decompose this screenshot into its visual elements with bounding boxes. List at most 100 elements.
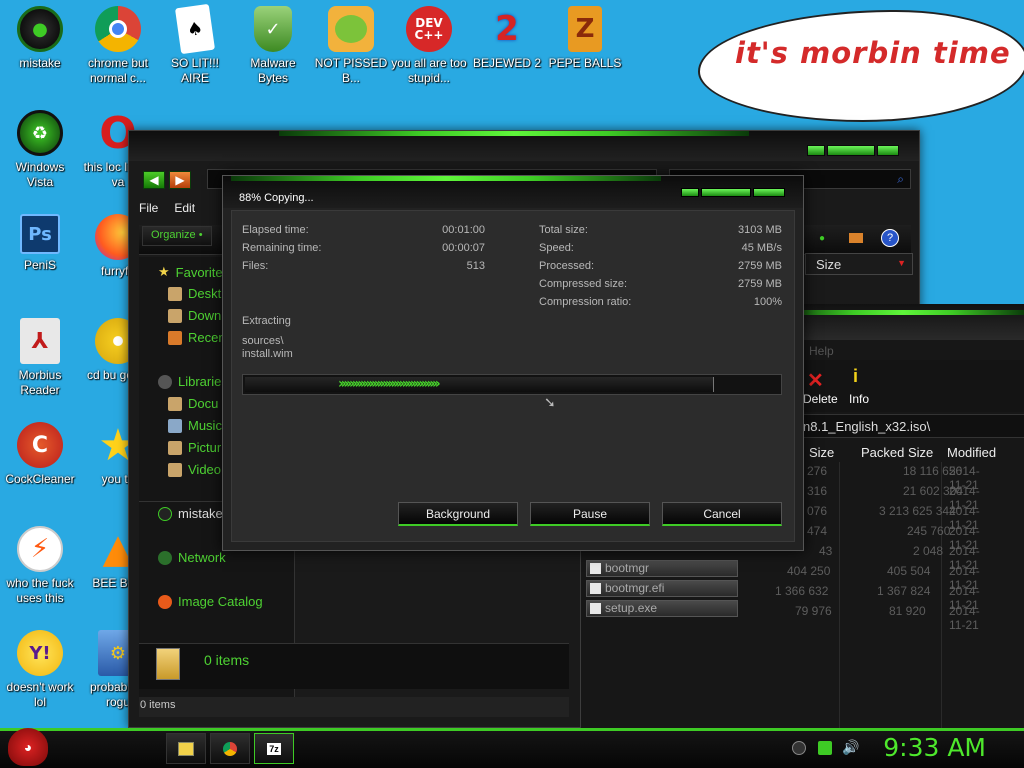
nav-pictures[interactable]: Pictur — [168, 440, 221, 455]
total-size-value: 3103 MB — [737, 224, 782, 236]
taskbar-clock[interactable]: 9:33 AM — [883, 733, 986, 762]
table-row[interactable]: 474 245 760 2014-11-21 — [807, 524, 980, 552]
angry-birds-pig-icon — [328, 6, 374, 52]
compression-ratio-value: 100% — [753, 296, 782, 308]
file-row-setup-exe[interactable]: setup.exe — [586, 600, 738, 617]
dialog-title: 88% Copying... — [239, 192, 314, 204]
help-icon[interactable]: ? — [881, 229, 899, 247]
recent-places-icon — [168, 330, 182, 345]
column-size[interactable]: Size — [809, 445, 834, 460]
speed-value: 45 MB/s — [741, 242, 782, 254]
delete-label[interactable]: Delete — [803, 392, 838, 406]
7zip-icon: 7z — [267, 742, 281, 755]
taskbar-7zip-button[interactable]: 7z — [254, 733, 294, 764]
desktop-icon-pepe[interactable]: Z PEPE BALLS — [545, 0, 625, 71]
nav-favorites[interactable]: ★ Favorite — [158, 264, 223, 280]
column-modified[interactable]: Modified — [947, 445, 996, 460]
network-tray-icon[interactable] — [818, 741, 832, 755]
progress-bar: ›››››››››››››››››››››››››››››››››››› — [242, 374, 782, 395]
background-button[interactable]: Background — [398, 502, 518, 526]
menu-file[interactable]: File — [139, 201, 158, 215]
desktop-icon-devcpp[interactable]: DEV C++ you all are too stupid... — [389, 0, 469, 86]
nav-homegroup[interactable]: mistake — [158, 506, 223, 521]
desktop-icon-bolt[interactable]: ⚡ who the fuck uses this — [0, 520, 80, 606]
table-row[interactable]: 076 3 213 625 344 2014-11-21 — [807, 504, 980, 532]
processed-value: 2759 MB — [737, 260, 782, 272]
delete-icon[interactable]: ✕ — [807, 368, 824, 393]
nav-music[interactable]: Music — [168, 418, 222, 433]
network-icon — [158, 550, 172, 565]
dialog-minimize-button[interactable] — [681, 188, 699, 197]
back-button[interactable]: ◀ — [143, 171, 165, 189]
nav-image-catalog[interactable]: Image Catalog — [158, 594, 263, 609]
organize-dot-icon: • — [198, 229, 203, 241]
current-file: install.wim — [242, 348, 293, 360]
info-label[interactable]: Info — [849, 392, 869, 406]
desktop-icon-yahoo[interactable]: Y! doesn't work lol — [0, 624, 80, 710]
cancel-button[interactable]: Cancel — [662, 502, 782, 526]
pause-button[interactable]: Pause — [530, 502, 650, 526]
desktop-icon-malwarebytes[interactable]: ✓ Malware Bytes — [233, 0, 313, 86]
nav-documents[interactable]: Docu — [168, 396, 218, 411]
desktop-icon-pig[interactable]: NOT PISSED B... — [311, 0, 391, 86]
bejeweled-icon: 2 — [495, 9, 519, 49]
total-size-label: Total size: — [539, 224, 588, 236]
desktop-icon-bejeweled[interactable]: 2 BEJEWED 2 — [467, 0, 547, 71]
remaining-time-value: 00:00:07 — [442, 242, 485, 254]
volume-icon[interactable]: 🔊 — [842, 739, 859, 756]
nav-libraries[interactable]: Librarie — [158, 374, 221, 389]
table-row[interactable]: 43 2 048 2014-11-21 — [819, 544, 980, 572]
table-row[interactable]: 79 976 81 920 2014-11-21 — [795, 604, 980, 632]
nav-desktop[interactable]: Deskt — [168, 286, 221, 301]
close-button[interactable] — [877, 145, 899, 156]
videos-folder-icon — [168, 462, 182, 477]
libraries-icon — [158, 374, 172, 389]
dialog-maximize-button[interactable] — [701, 188, 751, 197]
desktop-icon-photoshop[interactable]: Ps PeniS — [0, 208, 80, 273]
view-toggle-icon[interactable]: ● — [819, 233, 825, 244]
desktop-icon-vista[interactable]: ♻ Windows Vista — [0, 104, 80, 190]
compressed-size-value: 2759 MB — [737, 278, 782, 290]
menu-edit[interactable]: Edit — [174, 201, 195, 215]
taskbar-explorer-button[interactable] — [166, 733, 206, 764]
forward-button[interactable]: ▶ — [169, 171, 191, 189]
tray-chevron-icon[interactable] — [792, 741, 806, 755]
favorites-star-icon: ★ — [158, 264, 170, 279]
dev-cpp-icon: DEV C++ — [406, 6, 452, 52]
organize-button[interactable]: Organize • — [142, 226, 212, 246]
files-value: 513 — [466, 260, 485, 272]
start-button[interactable]: ◕ — [8, 728, 48, 766]
desktop-icon-ccleaner[interactable]: C CockCleaner — [0, 416, 80, 487]
remaining-time-label: Remaining time: — [242, 242, 322, 254]
dialog-accent-strip — [231, 176, 661, 181]
nav-network[interactable]: Network — [158, 550, 226, 565]
preview-pane-icon[interactable] — [849, 233, 863, 243]
nav-downloads[interactable]: Down — [168, 308, 221, 323]
maximize-button[interactable] — [827, 145, 875, 156]
menu-help[interactable]: Help — [809, 344, 834, 358]
desktop-icon-mistake[interactable]: ● mistake — [0, 0, 80, 71]
size-column-header[interactable]: Size ▼ — [805, 253, 913, 275]
table-row[interactable]: 404 250 405 504 2014-11-21 — [787, 564, 980, 592]
elapsed-time-value: 00:01:00 — [442, 224, 485, 236]
table-row[interactable]: 316 21 602 304 2014-11-21 — [807, 484, 980, 512]
desktop-icon-morbius-reader[interactable]: ⅄ Morbius Reader — [0, 312, 80, 398]
desktop-icon-solitaire[interactable]: ♠ SO LIT!!! AIRE — [155, 0, 235, 86]
minimize-button[interactable] — [807, 145, 825, 156]
sort-chevron-icon: ▼ — [897, 258, 906, 268]
items-count: 0 items — [204, 652, 250, 668]
table-row[interactable]: 1 366 632 1 367 824 2014-11-21 — [775, 584, 980, 612]
file-row-bootmgr[interactable]: bootmgr — [586, 560, 738, 577]
mouse-cursor-icon: ➘ — [544, 394, 556, 410]
speech-bubble-text: it's morbin time — [735, 36, 1011, 70]
file-row-bootmgr-efi[interactable]: bootmgr.efi — [586, 580, 738, 597]
table-row[interactable]: 276 18 116 656 2014-11-21 — [807, 464, 980, 492]
chrome-icon — [223, 741, 237, 756]
nav-recent[interactable]: Recer — [168, 330, 223, 345]
dialog-close-button[interactable] — [753, 188, 785, 197]
taskbar-chrome-button[interactable] — [210, 733, 250, 764]
column-packed-size[interactable]: Packed Size — [861, 445, 933, 460]
nav-videos[interactable]: Video — [168, 462, 221, 477]
info-icon[interactable]: i — [853, 366, 858, 387]
desktop-icon-chrome[interactable]: chrome but normal c... — [78, 0, 158, 86]
